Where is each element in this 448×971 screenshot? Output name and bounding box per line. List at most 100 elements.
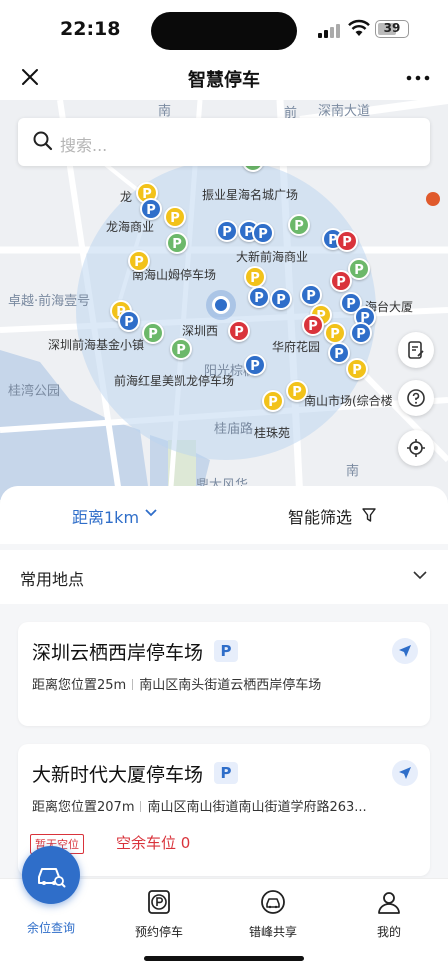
parking-reserve-icon — [148, 890, 170, 914]
map-label-station: 深圳西 — [182, 324, 219, 338]
filter-icon[interactable] — [362, 507, 376, 523]
map-label-poi: 前海红星美凯龙停车场 — [114, 374, 235, 388]
locate-icon — [407, 439, 425, 457]
parking-pin-icon[interactable]: P — [252, 222, 274, 244]
home-indicator — [144, 956, 304, 961]
map-label-poi: 桂珠苑 — [254, 426, 291, 440]
tab-label: 错峰共享 — [248, 925, 297, 939]
parking-pin-icon[interactable]: P — [324, 322, 346, 344]
parking-lot-address: 南山区南山街道南山街道学府路263... — [147, 800, 367, 815]
parking-pin-icon[interactable]: P — [166, 232, 188, 254]
battery-icon: 39 — [375, 20, 409, 38]
parking-pin-icon[interactable]: P — [142, 322, 164, 344]
parking-pin-icon[interactable]: P — [300, 284, 322, 306]
map-label-road: 南 — [346, 464, 360, 479]
parking-lot-meta: 距离您位置25m 南山区南头街道云栖西岸停车场 — [32, 674, 321, 693]
tab-label: 我的 — [376, 925, 401, 939]
parking-lot-distance: 距离您位置207m — [32, 800, 135, 815]
parking-pin-icon[interactable]: P — [128, 250, 150, 272]
smart-filter[interactable]: 智能筛选 — [288, 504, 352, 528]
question-icon — [407, 389, 425, 407]
parking-lot-name: 深圳云栖西岸停车场 — [32, 642, 204, 664]
parking-pin-icon[interactable]: P — [140, 198, 162, 220]
status-bar: 22:18 39 — [0, 0, 448, 56]
parking-pin-icon[interactable]: P — [118, 310, 140, 332]
parking-pin-icon[interactable]: P — [346, 358, 368, 380]
map-view[interactable]: 南 前 深南大道 振业星海名城广场 龙 龙海商业 大新前海商业 南海山姆停车场 … — [0, 100, 448, 500]
parking-lot-card[interactable]: 大新时代大厦停车场 P 距离您位置207m 南山区南山街道南山街道学府路263..… — [18, 744, 430, 876]
parking-pin-icon[interactable]: P — [170, 338, 192, 360]
parking-pin-icon[interactable]: P — [228, 320, 250, 342]
map-label-poi: 华府花园 — [272, 340, 321, 354]
navigate-button[interactable] — [392, 760, 418, 786]
parking-pin-icon[interactable]: P — [244, 354, 266, 376]
page-title: 智慧停车 — [188, 70, 260, 91]
search-bar[interactable]: 搜索... — [18, 118, 430, 166]
tab-mine[interactable]: 我的 — [344, 889, 434, 940]
parking-pin-icon[interactable]: P — [270, 288, 292, 310]
current-location-marker — [212, 296, 230, 314]
poi-marker-icon[interactable] — [426, 192, 440, 206]
locate-button[interactable] — [398, 430, 434, 466]
status-time: 22:18 — [60, 18, 121, 40]
edit-button[interactable] — [398, 332, 434, 368]
parking-tag: P — [214, 640, 238, 662]
map-label-poi: 振业星海名城广场 — [202, 188, 299, 202]
parking-lot-meta: 距离您位置207m 南山区南山街道南山街道学府路263... — [32, 796, 367, 815]
more-options-icon[interactable] — [404, 66, 432, 90]
navigation-arrow-icon — [399, 767, 411, 779]
map-label-park: 桂湾公园 — [8, 384, 61, 399]
map-label-poi: 大新前海商业 — [236, 250, 309, 264]
help-button[interactable] — [398, 380, 434, 416]
parking-lot-name: 大新时代大厦停车场 — [32, 764, 204, 786]
parking-pin-icon[interactable]: P — [286, 380, 308, 402]
chevron-down-icon[interactable] — [144, 508, 158, 518]
wifi-icon — [348, 19, 370, 36]
parking-pin-icon[interactable]: P — [328, 342, 350, 364]
dynamic-island — [151, 12, 297, 50]
parking-pin-icon[interactable]: P — [164, 206, 186, 228]
share-car-icon — [261, 890, 285, 914]
parking-pin-icon[interactable]: P — [216, 220, 238, 242]
availability-search-button[interactable] — [22, 846, 80, 904]
parking-lot-distance: 距离您位置25m — [32, 678, 127, 693]
tab-share[interactable]: 错峰共享 — [228, 889, 318, 940]
common-places-row[interactable]: 常用地点 — [0, 550, 448, 604]
parking-lot-card[interactable]: 深圳云栖西岸停车场 P 距离您位置25m 南山区南头街道云栖西岸停车场 — [18, 622, 430, 726]
parking-tag: P — [214, 762, 238, 784]
parking-pin-icon[interactable]: P — [336, 230, 358, 252]
navigation-bar: 智慧停车 — [0, 56, 448, 100]
tab-reserve[interactable]: 预约停车 — [114, 889, 204, 940]
navigation-arrow-icon — [399, 645, 411, 657]
filter-bar: 距离1km 智能筛选 — [0, 486, 448, 544]
spare-spaces: 空余车位 0 — [116, 834, 191, 852]
signal-icon — [318, 22, 342, 38]
tab-label: 余位查询 — [26, 921, 75, 935]
map-label-road: 深南大道 — [318, 104, 371, 119]
parking-pin-icon[interactable]: P — [244, 266, 266, 288]
battery-level: 39 — [383, 21, 401, 35]
parking-pin-icon[interactable]: P — [288, 214, 310, 236]
distance-filter[interactable]: 距离1km — [72, 504, 139, 528]
parking-pin-icon[interactable]: P — [302, 314, 324, 336]
car-search-icon — [38, 868, 66, 888]
parking-pin-icon[interactable]: P — [350, 322, 372, 344]
map-label-area: 卓越·前海壹号 — [8, 294, 91, 309]
search-icon — [33, 131, 53, 151]
map-label-poi: 龙 — [120, 190, 133, 204]
parking-pin-icon[interactable]: P — [262, 390, 284, 412]
map-label-poi: 南山市场(综合楼 — [304, 394, 393, 408]
parking-pin-icon[interactable]: P — [330, 270, 352, 292]
search-placeholder: 搜索... — [60, 136, 108, 155]
chevron-down-icon[interactable] — [412, 570, 428, 580]
common-places-label: 常用地点 — [20, 570, 85, 589]
edit-icon — [408, 341, 424, 359]
parking-lot-address: 南山区南头街道云栖西岸停车场 — [139, 678, 322, 693]
map-label-road: 南 — [158, 104, 172, 119]
tab-label: 预约停车 — [134, 925, 183, 939]
map-label-road: 桂庙路 — [214, 422, 254, 437]
user-icon — [378, 892, 400, 914]
map-label-poi: 龙海商业 — [106, 220, 155, 234]
parking-pin-icon[interactable]: P — [248, 286, 270, 308]
navigate-button[interactable] — [392, 638, 418, 664]
